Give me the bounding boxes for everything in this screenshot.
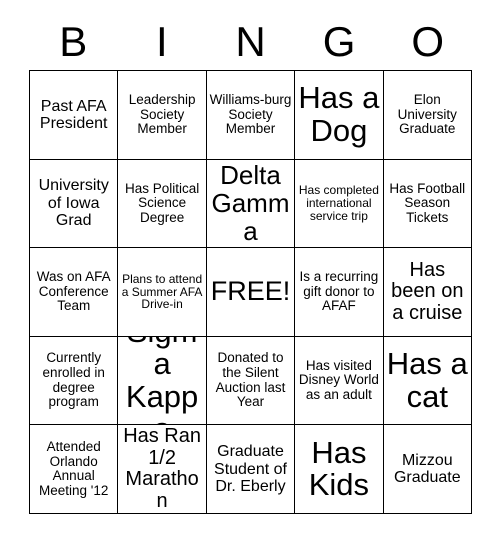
bingo-cell[interactable]: Past AFA President <box>30 71 119 160</box>
bingo-cell[interactable]: Has visited Disney World as an adult <box>295 336 384 426</box>
bingo-cell[interactable]: Has Ran 1/2 Marathon <box>118 425 207 514</box>
bingo-cell-text: Past AFA President <box>39 97 108 132</box>
bingo-cell[interactable]: Has Political Science Degree <box>118 159 207 249</box>
bingo-grid: Past AFA President Leadership Society Me… <box>29 70 472 514</box>
bingo-cell[interactable]: Has a cat <box>383 336 472 426</box>
bingo-cell-text: Has completed international service trip <box>298 182 379 223</box>
bingo-cell-text: Was on AFA Conference Team <box>36 269 111 314</box>
bingo-cell-text: University of Iowa Grad <box>38 177 109 230</box>
bingo-cell-text: Delta Gamma <box>211 160 290 247</box>
bingo-cell[interactable]: Graduate Student of Dr. Eberly <box>206 425 296 514</box>
header-letter-b: B <box>59 18 88 65</box>
bingo-cell-text: Leadership Society Member <box>128 91 196 137</box>
bingo-cell[interactable]: Has completed international service trip <box>295 159 384 249</box>
bingo-cell-text: Has Kids <box>308 434 370 503</box>
bingo-cell-text: Has Football Season Tickets <box>389 180 466 225</box>
bingo-cell[interactable]: Leadership Society Member <box>118 71 207 160</box>
bingo-cell-text: Donated to the Silent Auction last Year <box>215 350 286 410</box>
bingo-cell-text: Is a recurring gift donor to AFAF <box>299 269 379 314</box>
bingo-cell-text: Has a cat <box>386 346 468 414</box>
bingo-cell[interactable]: Currently enrolled in degree program <box>30 336 119 426</box>
bingo-cell-text: Attended Orlando Annual Meeting '12 <box>39 439 109 498</box>
bingo-cell[interactable]: Elon University Graduate <box>383 71 472 160</box>
bingo-cell[interactable]: Mizzou Graduate <box>383 425 472 514</box>
bingo-cell[interactable]: Attended Orlando Annual Meeting '12 <box>30 425 119 514</box>
header-letter-o: O <box>411 18 444 65</box>
bingo-cell[interactable]: Delta Gamma <box>206 159 296 249</box>
header-letter-i: I <box>156 18 168 65</box>
bingo-header: B I N G O <box>29 14 472 70</box>
bingo-cell-text: Has visited Disney World as an adult <box>298 357 379 402</box>
bingo-cell[interactable]: Williams-burg Society Member <box>206 71 296 160</box>
bingo-cell-text: Elon University Graduate <box>397 91 457 137</box>
header-letter-g: G <box>322 18 356 65</box>
bingo-cell-text: Sigma Kappa <box>125 337 199 425</box>
bingo-cell-text: FREE! <box>210 276 291 307</box>
bingo-cell-text: Mizzou Graduate <box>393 451 461 487</box>
bingo-cell[interactable]: Donated to the Silent Auction last Year <box>206 336 296 426</box>
bingo-cell-text: Has a Dog <box>298 80 380 148</box>
bingo-cell[interactable]: University of Iowa Grad <box>30 159 119 249</box>
bingo-cell-free[interactable]: FREE! <box>206 248 296 337</box>
bingo-cell[interactable]: Has been on a cruise <box>383 248 472 337</box>
bingo-cell[interactable]: Plans to attend a Summer AFA Drive-in <box>118 248 207 337</box>
bingo-cell-text: Has Political Science Degree <box>124 180 200 225</box>
bingo-cell[interactable]: Has Kids <box>295 425 384 514</box>
bingo-cell-text: Graduate Student of Dr. Eberly <box>214 443 287 495</box>
bingo-cell[interactable]: Has a Dog <box>295 71 384 160</box>
bingo-cell-text: Currently enrolled in degree program <box>42 350 105 410</box>
bingo-cell-text: Williams-burg Society Member <box>209 91 292 137</box>
header-letter-n: N <box>235 18 266 65</box>
bingo-cell[interactable]: Is a recurring gift donor to AFAF <box>295 248 384 337</box>
bingo-cell[interactable]: Was on AFA Conference Team <box>30 248 119 337</box>
bingo-cell-text: Plans to attend a Summer AFA Drive-in <box>121 271 203 312</box>
bingo-cell-text: Has been on a cruise <box>391 258 464 324</box>
bingo-cell[interactable]: Has Football Season Tickets <box>383 159 472 249</box>
bingo-cell-text: Has Ran 1/2 Marathon <box>123 425 201 512</box>
bingo-cell[interactable]: Sigma Kappa <box>118 336 207 426</box>
bingo-card: B I N G O Past AFA President Leadership … <box>0 0 500 544</box>
